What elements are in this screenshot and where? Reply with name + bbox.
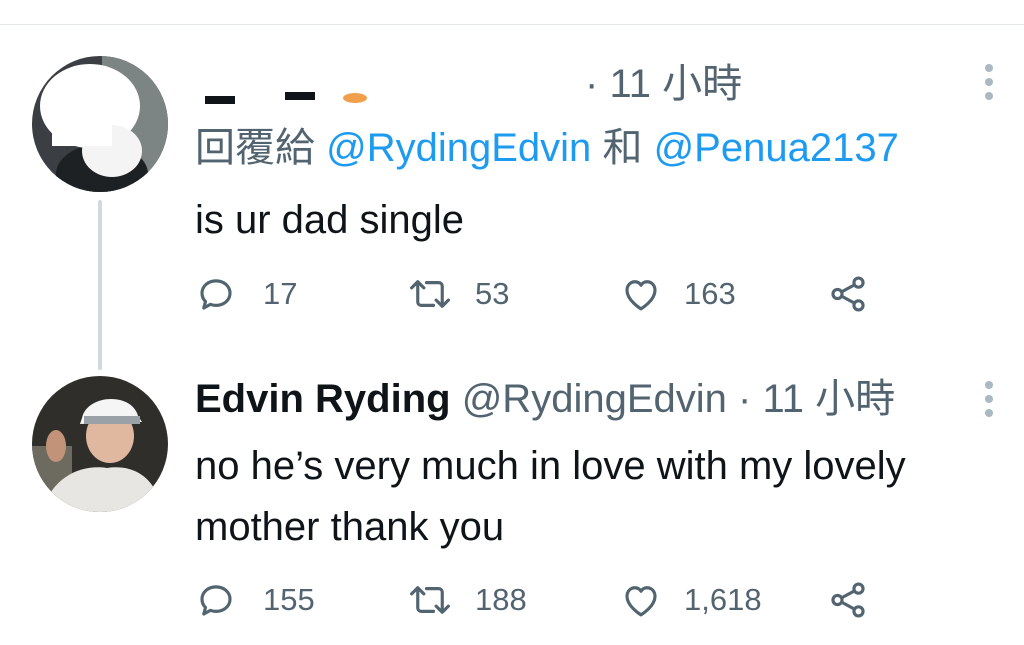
top-divider — [0, 24, 1024, 25]
retweet-count: 188 — [475, 582, 527, 617]
tweet-1-time[interactable]: 11 小時 — [609, 62, 742, 106]
share-icon — [831, 582, 865, 618]
like-button[interactable]: 1,618 — [620, 578, 762, 622]
share-button[interactable] — [827, 272, 869, 316]
more-options-icon[interactable] — [985, 64, 995, 106]
tweet-2-text: no he’s very much in love with my lovely… — [195, 444, 906, 549]
retweet-button[interactable]: 188 — [407, 578, 527, 622]
mention-rydingedvin[interactable]: @RydingEdvin — [326, 126, 591, 170]
avatar[interactable] — [32, 376, 168, 512]
heart-icon — [625, 280, 657, 311]
tweet-2-time[interactable]: 11 小時 — [762, 377, 895, 421]
heart-icon — [625, 586, 657, 617]
tweet-2-header: Edvin Ryding @RydingEdvin · 11 小時 — [195, 375, 895, 423]
like-count: 163 — [684, 276, 736, 311]
separator-dot: · — [738, 377, 752, 421]
like-count: 1,618 — [684, 582, 762, 617]
tweet-1-actions: 17 53 163 — [195, 272, 915, 316]
share-button[interactable] — [827, 578, 869, 622]
thread-connector-line — [98, 200, 102, 370]
reply-button[interactable]: 17 — [195, 272, 297, 316]
tweet-1-text: is ur dad single — [195, 198, 465, 242]
reply-count: 17 — [263, 276, 298, 311]
replying-to: 回覆給 @RydingEdvin 和 @Penua2137 — [195, 124, 899, 172]
retweet-icon — [410, 280, 450, 308]
display-name[interactable]: Edvin Ryding — [195, 377, 451, 421]
retweet-button[interactable]: 53 — [407, 272, 509, 316]
retweet-icon — [410, 586, 450, 614]
share-icon — [831, 276, 865, 312]
username[interactable]: @RydingEdvin — [462, 377, 727, 421]
tweet-2-actions: 155 188 1,618 — [195, 578, 915, 622]
reply-conjunction: 和 — [602, 126, 643, 170]
reply-count: 155 — [263, 582, 315, 617]
reply-icon — [200, 585, 232, 616]
reply-icon — [200, 279, 232, 310]
separator-dot: · — [585, 62, 599, 106]
reply-prefix: 回覆給 — [195, 126, 315, 170]
like-button[interactable]: 163 — [620, 272, 736, 316]
more-options-icon[interactable] — [985, 381, 995, 423]
reply-button[interactable]: 155 — [195, 578, 315, 622]
avatar[interactable] — [32, 56, 168, 192]
retweet-count: 53 — [475, 276, 510, 311]
mention-penua2137[interactable]: @Penua2137 — [654, 126, 899, 170]
tweet-1-header: · 11 小時 — [195, 60, 742, 108]
